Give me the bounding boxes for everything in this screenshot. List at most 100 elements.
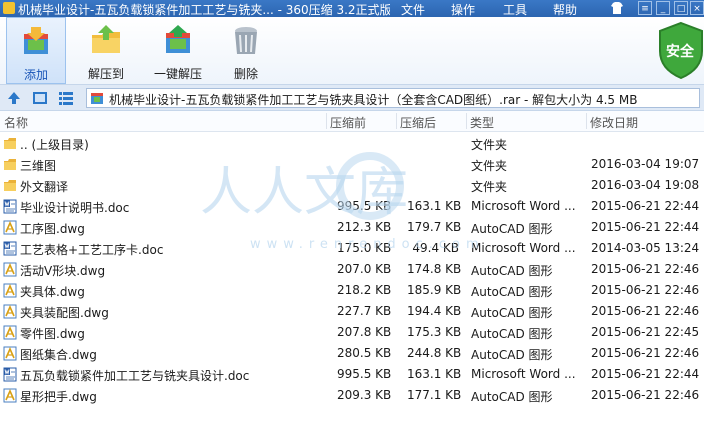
file-date: 2015-06-21 22:45 bbox=[591, 325, 700, 339]
table-row[interactable]: 五瓦负载锁紧件加工工艺与铣夹具设计.doc 995.5 KB 163.1 KB Mic… bbox=[0, 364, 704, 385]
add-archive-icon bbox=[24, 27, 48, 54]
autocad-file-icon bbox=[3, 262, 17, 277]
column-header: 名称 压缩前 压缩后 类型 修改日期 bbox=[0, 111, 704, 132]
add-button[interactable]: 添加 bbox=[6, 17, 66, 84]
file-date: 2015-06-21 22:46 bbox=[591, 283, 700, 297]
menu-tools[interactable]: 工具 bbox=[503, 1, 527, 18]
title-bar: 机械毕业设计-五瓦负载锁紧件加工工艺与铣夹... - 360压缩 3.2正式版 … bbox=[0, 0, 704, 17]
file-type: 文件夹 bbox=[471, 180, 508, 194]
table-row[interactable]: 图纸集合.dwg 280.5 KB 244.8 KB AutoCAD 图形 2015-0… bbox=[0, 343, 704, 364]
file-packed-size: 185.9 KB bbox=[407, 283, 462, 297]
file-name: 零件图.dwg bbox=[20, 327, 85, 341]
file-date: 2015-06-21 22:44 bbox=[591, 199, 700, 213]
file-date: 2015-06-21 22:44 bbox=[591, 367, 700, 381]
file-name: 工序图.dwg bbox=[20, 222, 85, 236]
menu-icon[interactable]: ≡ bbox=[638, 1, 652, 15]
file-packed-size: 49.4 KB bbox=[412, 241, 459, 255]
file-packed-size: 174.8 KB bbox=[407, 262, 462, 276]
file-name: 五瓦负载锁紧件加工工艺与铣夹具设计.doc bbox=[20, 369, 250, 383]
table-row[interactable]: 工序图.dwg 212.3 KB 179.7 KB AutoCAD 图形 2015-06… bbox=[0, 217, 704, 238]
file-type: 文件夹 bbox=[471, 138, 508, 152]
col-divider[interactable] bbox=[396, 113, 397, 129]
file-name: 图纸集合.dwg bbox=[20, 348, 97, 362]
menu-file[interactable]: 文件 bbox=[401, 1, 425, 18]
file-name: 活动V形块.dwg bbox=[20, 264, 106, 278]
security-shield[interactable]: 安全 bbox=[658, 21, 704, 80]
folder-icon bbox=[4, 138, 16, 149]
table-row[interactable]: 毕业设计说明书.doc 995.5 KB 163.1 KB Microsoft Wor… bbox=[0, 196, 704, 217]
file-type: AutoCAD 图形 bbox=[471, 348, 553, 362]
file-packed-size: 179.7 KB bbox=[407, 220, 462, 234]
file-type: Microsoft Word ... bbox=[471, 199, 576, 213]
table-row[interactable]: 外文翻译 文件夹 2016-03-04 19:08 bbox=[0, 175, 704, 196]
menu-operation[interactable]: 操作 bbox=[451, 1, 475, 18]
delete-button[interactable]: 删除 bbox=[220, 17, 272, 84]
path-field[interactable]: 机械毕业设计-五瓦负载锁紧件加工工艺与铣夹具设计（全套含CAD图纸）.rar -… bbox=[86, 88, 700, 108]
extract-to-button[interactable]: 解压到 bbox=[76, 17, 136, 84]
file-size: 175.0 KB bbox=[337, 241, 392, 255]
minimize-icon[interactable]: _ bbox=[656, 1, 670, 15]
file-date: 2016-03-04 19:08 bbox=[591, 178, 700, 192]
file-name: 星形把手.dwg bbox=[20, 390, 97, 404]
table-row[interactable]: 夹具装配图.dwg 227.7 KB 194.4 KB AutoCAD 图形 2015-… bbox=[0, 301, 704, 322]
col-modified[interactable]: 修改日期 bbox=[590, 114, 638, 131]
add-label: 添加 bbox=[23, 68, 48, 82]
thumbnail-view-icon[interactable] bbox=[32, 90, 48, 106]
col-type[interactable]: 类型 bbox=[470, 114, 494, 131]
extract-to-label: 解压到 bbox=[87, 67, 124, 81]
autocad-file-icon bbox=[3, 346, 17, 361]
toolbar: 添加 解压到 一键解压 删除 bbox=[0, 17, 704, 84]
up-arrow-icon[interactable] bbox=[6, 90, 22, 106]
close-icon[interactable]: × bbox=[690, 1, 704, 15]
table-row[interactable]: 三维图 文件夹 2016-03-04 19:07 bbox=[0, 154, 704, 175]
autocad-file-icon bbox=[3, 304, 17, 319]
col-divider[interactable] bbox=[466, 113, 467, 129]
col-packed[interactable]: 压缩后 bbox=[400, 114, 436, 131]
file-size: 280.5 KB bbox=[337, 346, 392, 360]
window-title: 机械毕业设计-五瓦负载锁紧件加工工艺与铣夹... - 360压缩 3.2正式版 bbox=[18, 3, 390, 17]
table-row[interactable]: 工艺表格+工艺工序卡.doc 175.0 KB 49.4 KB Microsoft W… bbox=[0, 238, 704, 259]
file-name: .. (上级目录) bbox=[20, 138, 89, 152]
one-click-extract-label: 一键解压 bbox=[153, 67, 202, 81]
path-text: 机械毕业设计-五瓦负载锁紧件加工工艺与铣夹具设计（全套含CAD图纸）.rar -… bbox=[109, 93, 638, 107]
table-row[interactable]: 星形把手.dwg 209.3 KB 177.1 KB AutoCAD 图形 2015-0… bbox=[0, 385, 704, 406]
file-size: 227.7 KB bbox=[337, 304, 392, 318]
autocad-file-icon bbox=[3, 220, 17, 235]
col-compressed[interactable]: 压缩前 bbox=[330, 114, 366, 131]
col-name[interactable]: 名称 bbox=[4, 114, 28, 131]
maximize-icon[interactable]: □ bbox=[674, 1, 688, 15]
table-row[interactable]: .. (上级目录) 文件夹 bbox=[0, 133, 704, 154]
file-date: 2015-06-21 22:46 bbox=[591, 346, 700, 360]
word-doc-icon bbox=[3, 367, 17, 382]
word-doc-icon bbox=[3, 241, 17, 256]
file-date: 2016-03-04 19:07 bbox=[591, 157, 700, 171]
table-row[interactable]: 夹具体.dwg 218.2 KB 185.9 KB AutoCAD 图形 2015-06… bbox=[0, 280, 704, 301]
word-doc-icon bbox=[3, 199, 17, 214]
file-size: 209.3 KB bbox=[337, 388, 392, 402]
table-row[interactable]: 活动V形块.dwg 207.0 KB 174.8 KB AutoCAD 图形 2015-… bbox=[0, 259, 704, 280]
file-packed-size: 194.4 KB bbox=[407, 304, 462, 318]
table-row[interactable]: 零件图.dwg 207.8 KB 175.3 KB AutoCAD 图形 2015-06… bbox=[0, 322, 704, 343]
col-divider[interactable] bbox=[326, 113, 327, 129]
file-size: 995.5 KB bbox=[337, 367, 392, 381]
menu-help[interactable]: 帮助 bbox=[553, 1, 577, 18]
file-type: AutoCAD 图形 bbox=[471, 285, 553, 299]
delete-label: 删除 bbox=[233, 67, 258, 81]
col-divider[interactable] bbox=[586, 113, 587, 129]
file-packed-size: 175.3 KB bbox=[407, 325, 462, 339]
file-name: 夹具装配图.dwg bbox=[20, 306, 109, 320]
one-click-extract-button[interactable]: 一键解压 bbox=[146, 17, 210, 84]
autocad-file-icon bbox=[3, 283, 17, 298]
file-packed-size: 177.1 KB bbox=[407, 388, 462, 402]
list-view-icon[interactable] bbox=[58, 90, 74, 106]
file-date: 2015-06-21 22:46 bbox=[591, 388, 700, 402]
folder-icon bbox=[4, 180, 16, 191]
file-size: 218.2 KB bbox=[337, 283, 392, 297]
file-date: 2015-06-21 22:44 bbox=[591, 220, 700, 234]
shirt-icon[interactable] bbox=[610, 1, 624, 15]
file-packed-size: 163.1 KB bbox=[407, 367, 462, 381]
security-label: 安全 bbox=[666, 44, 694, 60]
app-icon bbox=[3, 2, 15, 14]
file-size: 212.3 KB bbox=[337, 220, 392, 234]
trash-icon bbox=[235, 27, 257, 54]
